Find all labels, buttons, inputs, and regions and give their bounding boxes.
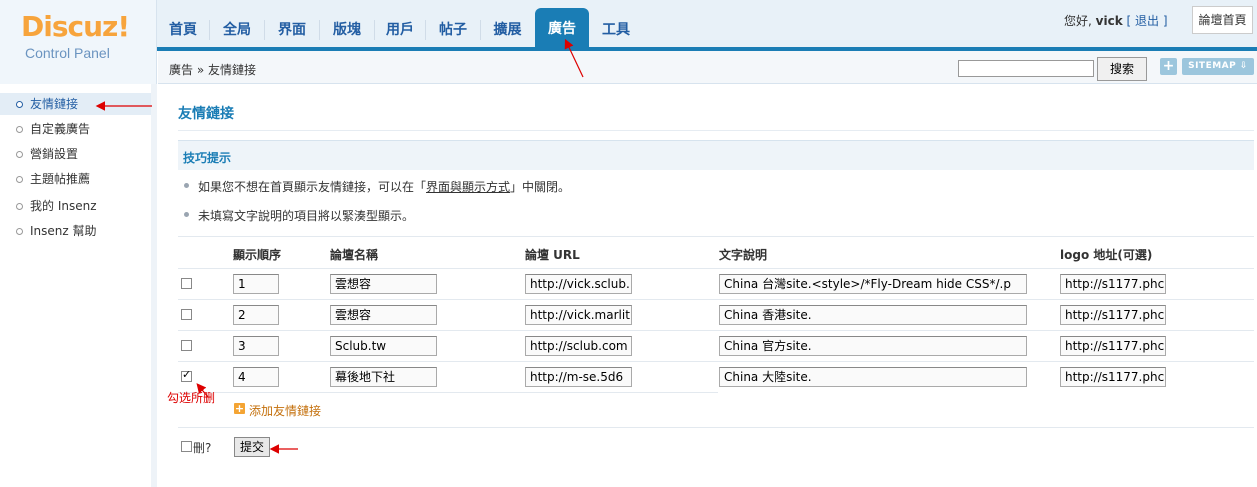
annotation-arrows <box>95 38 584 454</box>
annotation-arrow <box>564 38 584 78</box>
annotation-arrow <box>196 383 209 398</box>
